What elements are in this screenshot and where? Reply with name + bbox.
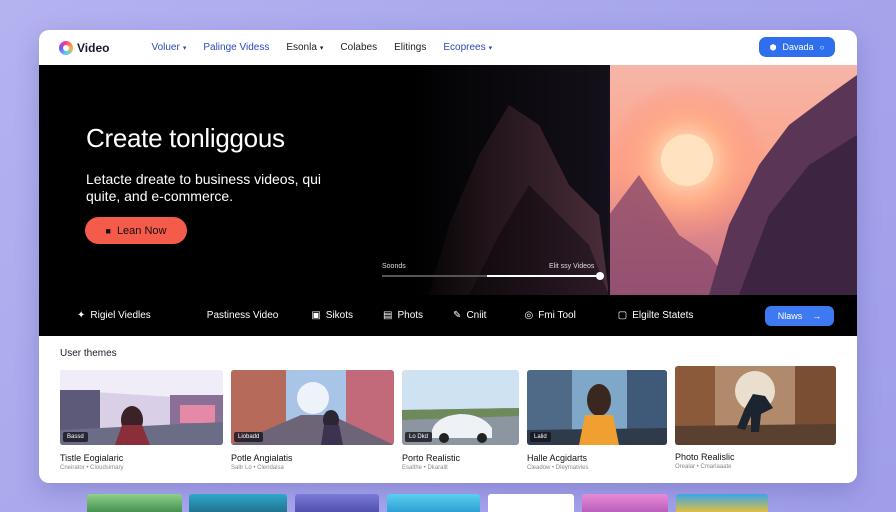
card-tag: Bassd [63,432,88,442]
nav-links: Voluer ▾ Palinge Videss Esonla ▾ Colabes E… [151,42,509,53]
nav-link-label: Elitings [394,42,427,53]
card-title: Photo Realislic [675,452,735,462]
search-icon: ○ [819,42,825,52]
compare-slider[interactable] [382,272,604,280]
tool-label: Cniit [466,310,487,321]
card-meta: Cneirator • Cloudsimary [60,465,124,471]
strip-thumbnail[interactable] [189,494,287,512]
logo[interactable]: Video [59,40,110,55]
nav-link-colabes[interactable]: Colabes [340,42,377,53]
tool-elgilte-statets[interactable]: ▢ Elgilte Statets [618,310,694,321]
card-meta: Orealar • Cmarlaaate [675,464,732,470]
davada-button-label: Davada [782,42,814,52]
tool-sikots[interactable]: ▣ Sikots [311,310,353,321]
nav-link-esonla[interactable]: Esonla ▾ [286,42,323,53]
nav-link-label: Esonla [286,42,317,53]
tool-fmi-tool[interactable]: ◎ Fmi Tool [524,310,575,321]
hero-banner: Create tonliggous Letacte dreate to busi… [39,65,857,295]
card-tag: Liobadd [234,432,264,442]
card-title: Porto Realistic [402,453,461,463]
card-tag: Lo Dkd [405,432,433,442]
nlaws-button[interactable]: Nlaws → [765,306,834,326]
card-image [675,366,836,445]
theme-card[interactable]: Lo Dkd Porto Realistic Esalthe • Dkarali… [402,370,519,471]
nav-link-label: Palinge Videss [203,42,270,53]
top-nav: Video Voluer ▾ Palinge Videss Esonla ▾ Col… [39,30,857,65]
strip-thumbnail[interactable] [387,494,480,512]
tool-cniit[interactable]: ✎ Cniit [453,310,486,321]
shield-icon: ⬢ [769,42,777,52]
nav-link-label: Ecoprees [443,42,486,53]
card-meta: Cleadow • Dleymatvies [527,465,589,471]
logo-icon [59,40,73,55]
slides-icon: ▣ [311,310,321,321]
slider-fill [487,275,600,277]
nlaws-button-label: Nlaws [777,311,803,321]
slider-handle[interactable] [596,272,604,280]
nav-link-palinge-videss[interactable]: Palinge Videss [203,42,269,53]
card-title: Potle Angialatis [231,453,293,463]
theme-card[interactable]: Bassd Tistle Eogialaric Cneirator • Clou… [60,370,223,471]
strip-thumbnail[interactable] [488,494,574,512]
strip-thumbnail[interactable] [582,494,668,512]
section-title: User themes [60,348,117,359]
theme-card-list: Bassd Tistle Eogialaric Cneirator • Clou… [60,366,836,480]
card-thumbnail: Lalid [527,370,667,445]
tool-label: Rigiel Viedles [90,310,151,321]
tool-label: Elgilte Statets [632,310,694,321]
strip-thumbnail[interactable] [87,494,182,512]
tool-phots[interactable]: ▤ Phots [383,310,423,321]
strip-thumbnail[interactable] [676,494,768,512]
hero-landscape-image [409,65,857,295]
nav-link-label: Colabes [340,42,378,53]
feature-toolbar: ✦ Rigiel Viedles Pastiness Video ▣ Sikots … [39,295,857,336]
nav-link-ecoprees[interactable]: Ecoprees ▾ [443,42,492,53]
sparkle-icon: ✦ [77,310,86,321]
nav-link-elitings[interactable]: Elitings [394,42,426,53]
nav-link-voluer[interactable]: Voluer ▾ [151,42,186,53]
nav-link-label: Voluer [151,42,180,53]
brush-icon: ✎ [453,310,462,321]
card-title: Tistle Eogialaric [60,453,124,463]
slider-right-label: Elit ssy Videos [549,263,595,270]
tool-label: Pastiness Video [206,310,279,321]
tool-label: Fmi Tool [538,310,576,321]
theme-card[interactable]: Liobadd Potle Angialatis Saltr Lo • Clen… [231,370,394,471]
tool-rigiel-viedles[interactable]: ✦ Rigiel Viedles [77,310,151,321]
card-meta: Saltr Lo • Clendaisa [231,465,284,471]
arrow-right-icon: → [812,311,822,321]
stats-icon: ▢ [617,310,628,321]
bottom-thumbnail-strip [87,494,777,512]
tool-label: Phots [397,310,424,321]
app-window: Video Voluer ▾ Palinge Videss Esonla ▾ Col… [39,30,857,483]
lock-icon: ■ [105,225,111,236]
tool-label: Sikots [325,310,354,321]
photo-icon: ▤ [383,310,393,321]
strip-thumbnail[interactable] [295,494,379,512]
hero-subtitle: Letacte dreate to business videos, qui q… [86,171,322,204]
davada-button[interactable]: ⬢ Davada ○ [759,37,835,57]
slider-left-label: Soonds [382,263,406,270]
card-thumbnail: Lo Dkd [402,370,519,445]
card-meta: Esalthe • Dkaralit [402,465,448,471]
theme-card[interactable]: Lalid Halle Acgidarts Cleadow • Dleymatv… [527,370,667,471]
card-tag: Lalid [530,432,551,442]
card-thumbnail: Liobadd [231,370,394,445]
learn-now-label: Lean Now [116,224,167,237]
learn-now-button[interactable]: ■ Lean Now [85,217,187,244]
tool-pastiness-video[interactable]: Pastiness Video [207,310,279,321]
tool-icon: ◎ [524,310,534,321]
chevron-down-icon: ▾ [182,44,187,52]
chevron-down-icon: ▾ [488,44,493,52]
card-title: Halle Acgidarts [527,453,588,463]
logo-text: Video [77,40,110,55]
card-thumbnail [675,366,836,445]
chevron-down-icon: ▾ [319,44,324,52]
hero-title: Create tonliggous [86,123,285,153]
theme-card[interactable]: Photo Realislic Orealar • Cmarlaaate [675,366,836,470]
card-thumbnail: Bassd [60,370,223,445]
